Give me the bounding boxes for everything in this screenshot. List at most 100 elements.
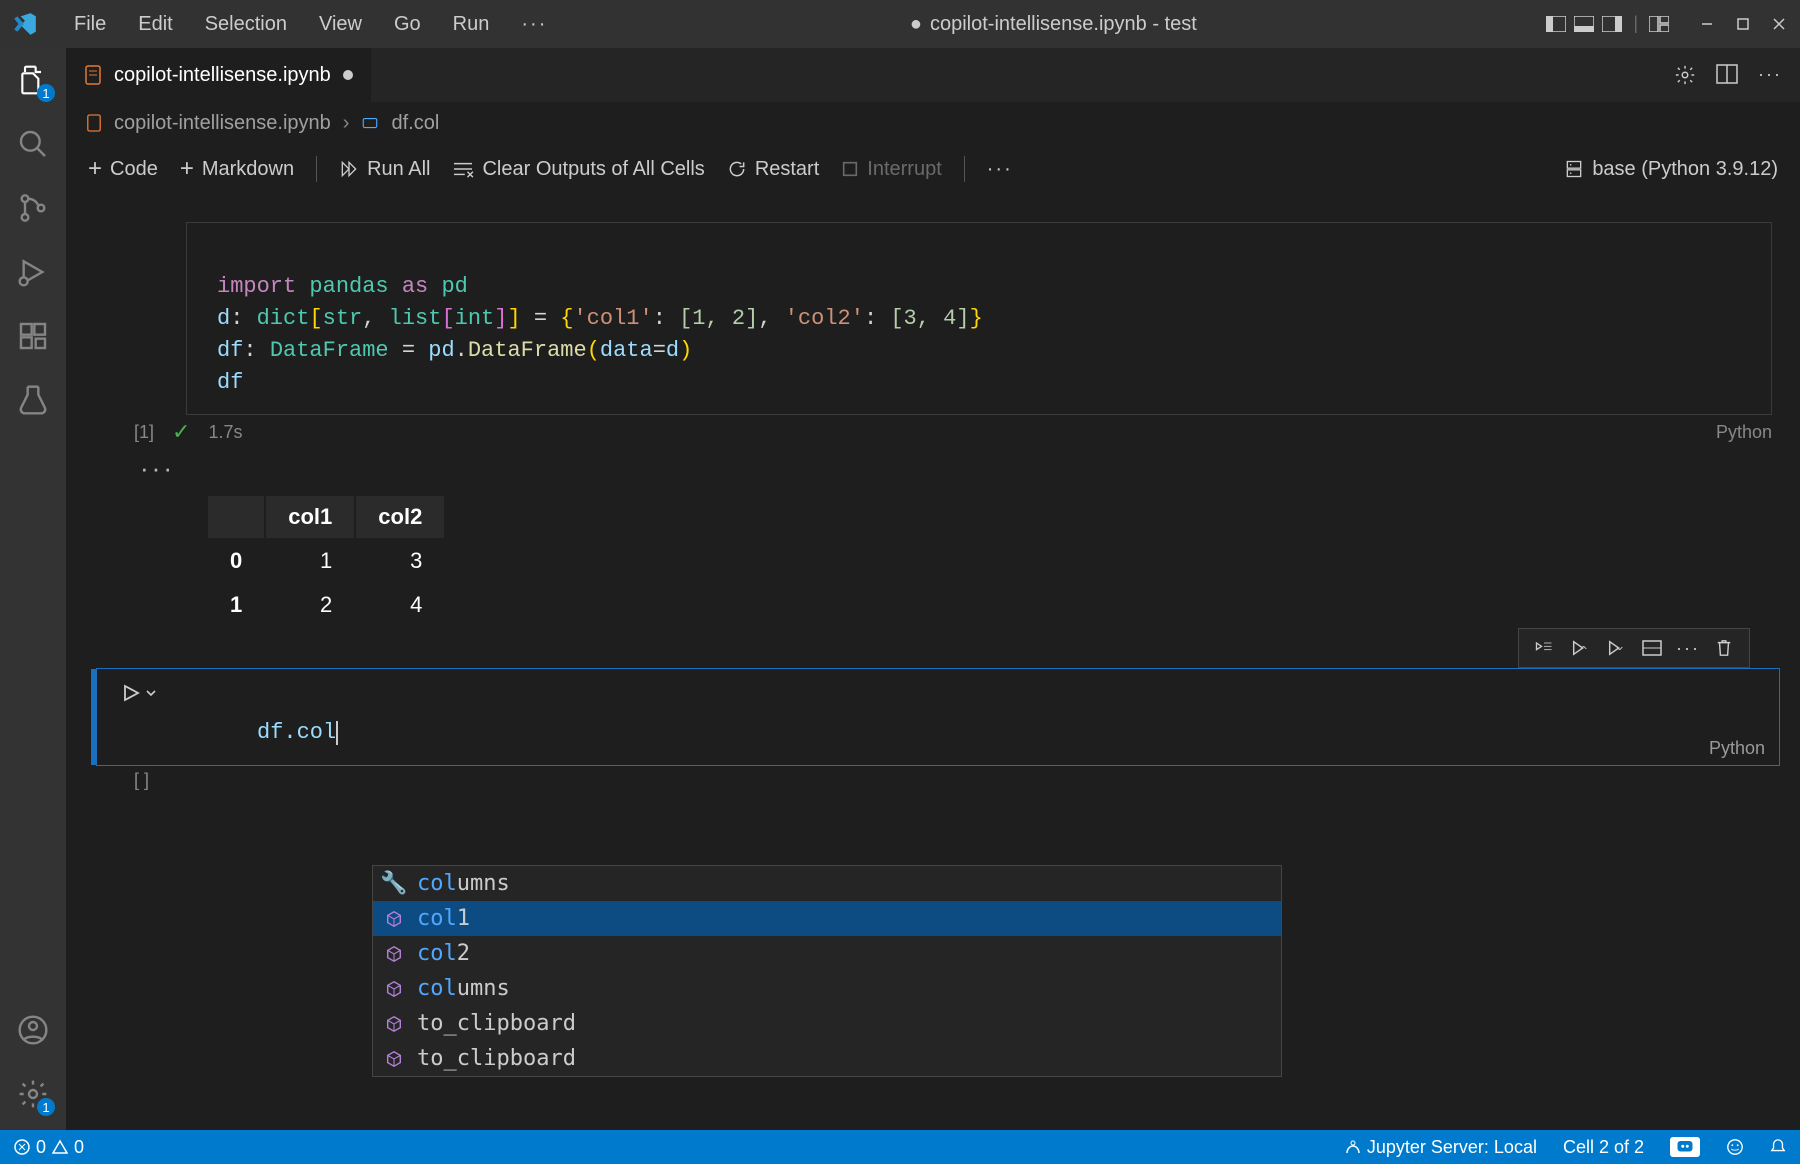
add-code-cell-button[interactable]: + Code	[88, 155, 158, 183]
restart-button[interactable]: Restart	[727, 158, 819, 181]
maximize-button[interactable]	[1732, 13, 1754, 35]
suggest-match: col	[417, 976, 457, 1001]
text-cursor	[336, 721, 338, 745]
minimize-button[interactable]	[1696, 13, 1718, 35]
stop-icon	[841, 160, 859, 178]
suggest-widget[interactable]: 🔧 columns col1 col2 columns to_clipboard…	[372, 865, 1282, 1077]
settings-icon[interactable]: 1	[15, 1076, 51, 1112]
execute-below-icon[interactable]	[1605, 637, 1627, 659]
notebook-file-icon	[84, 65, 102, 85]
code-text[interactable]: df.col	[257, 720, 336, 745]
cell-collapse-icon[interactable]: ···	[140, 453, 1780, 484]
row-index: 1	[208, 584, 264, 626]
code-token: [1, 2]	[679, 306, 758, 331]
tab-actions-gear-icon[interactable]	[1674, 64, 1696, 86]
menu-selection[interactable]: Selection	[191, 7, 301, 42]
testing-icon[interactable]	[15, 382, 51, 418]
cell-language[interactable]: Python	[1716, 422, 1772, 443]
kernel-selector[interactable]: base (Python 3.9.12)	[1564, 158, 1778, 181]
code-token: pd	[428, 338, 454, 363]
code-token: df	[217, 338, 243, 363]
suggest-item[interactable]: to_clipboard	[373, 1041, 1281, 1076]
panel-right-icon[interactable]	[1601, 13, 1623, 35]
run-all-icon	[339, 159, 359, 179]
interrupt-button[interactable]: Interrupt	[841, 158, 941, 181]
status-bell-icon[interactable]	[1770, 1138, 1786, 1156]
extensions-icon[interactable]	[15, 318, 51, 354]
breadcrumb-file[interactable]: copilot-intellisense.ipynb	[114, 112, 331, 135]
menu-file[interactable]: File	[60, 7, 120, 42]
cell-value: 4	[356, 584, 444, 626]
code-token: 'col2'	[785, 306, 864, 331]
panel-left-icon[interactable]	[1545, 13, 1567, 35]
split-editor-icon[interactable]	[1716, 64, 1738, 86]
accounts-icon[interactable]	[15, 1012, 51, 1048]
cube-icon	[383, 945, 405, 963]
status-jupyter[interactable]: Jupyter Server: Local	[1345, 1137, 1537, 1158]
chevron-down-icon[interactable]	[145, 687, 157, 699]
code-token: str	[323, 306, 363, 331]
split-cell-icon[interactable]	[1641, 637, 1663, 659]
cell-more-icon[interactable]: ···	[1677, 637, 1699, 659]
notebook-file-icon	[86, 114, 102, 132]
cell-toolbar: ···	[1518, 628, 1750, 668]
status-cell-position[interactable]: Cell 2 of 2	[1563, 1137, 1644, 1158]
breadcrumb-symbol[interactable]: df.col	[391, 112, 439, 135]
vscode-logo-icon	[10, 9, 40, 39]
cell-language[interactable]: Python	[1709, 738, 1765, 759]
breadcrumbs[interactable]: copilot-intellisense.ipynb › df.col	[66, 102, 1800, 144]
add-markdown-cell-button[interactable]: + Markdown	[180, 155, 294, 183]
run-debug-icon[interactable]	[15, 254, 51, 290]
menu-edit[interactable]: Edit	[124, 7, 186, 42]
suggest-item[interactable]: columns	[373, 971, 1281, 1006]
run-all-button[interactable]: Run All	[339, 158, 430, 181]
tab-notebook[interactable]: copilot-intellisense.ipynb	[66, 48, 372, 102]
execute-above-icon[interactable]	[1569, 637, 1591, 659]
code-token: [3, 4]	[890, 306, 969, 331]
notebook-toolbar: + Code + Markdown Run All Clear Outputs …	[66, 144, 1800, 194]
plus-icon: +	[88, 155, 102, 183]
close-button[interactable]	[1768, 13, 1790, 35]
run-cell-button[interactable]	[121, 683, 157, 703]
menu-view[interactable]: View	[305, 7, 376, 42]
plus-icon: +	[180, 155, 194, 183]
suggest-item[interactable]: col2	[373, 936, 1281, 971]
tab-more-icon[interactable]: ···	[1758, 64, 1782, 86]
code-token: DataFrame	[468, 338, 587, 363]
status-copilot-icon[interactable]	[1670, 1137, 1700, 1157]
error-icon	[14, 1139, 30, 1155]
cell-value: 3	[356, 540, 444, 582]
window-title: ● copilot-intellisense.ipynb - test	[561, 13, 1545, 36]
code-cell-2[interactable]: df.col Python	[96, 668, 1780, 766]
code-token: DataFrame	[270, 338, 389, 363]
success-check-icon: ✓	[172, 419, 190, 445]
explorer-icon[interactable]: 1	[15, 62, 51, 98]
panel-bottom-icon[interactable]	[1573, 13, 1595, 35]
run-by-line-icon[interactable]	[1533, 637, 1555, 659]
menu-run[interactable]: Run	[439, 7, 504, 42]
clear-outputs-button[interactable]: Clear Outputs of All Cells	[452, 158, 704, 181]
source-control-icon[interactable]	[15, 190, 51, 226]
suggest-item[interactable]: 🔧 columns	[373, 866, 1281, 901]
layout-icon[interactable]	[1648, 13, 1670, 35]
toolbar-more-icon[interactable]: ···	[987, 158, 1013, 181]
settings-badge: 1	[37, 1098, 55, 1116]
suggest-item[interactable]: to_clipboard	[373, 1006, 1281, 1041]
menu-more-icon[interactable]: ···	[507, 7, 561, 42]
search-icon[interactable]	[15, 126, 51, 162]
status-feedback-icon[interactable]	[1726, 1138, 1744, 1156]
code-token: df	[217, 370, 243, 395]
server-icon	[1564, 159, 1584, 179]
code-cell-1[interactable]: import pandas as pd d: dict[str, list[in…	[186, 222, 1772, 415]
cell-exec-count: [ ]	[134, 770, 149, 791]
suggest-rest: to_clipboard	[417, 1011, 576, 1036]
code-token: dict	[257, 306, 310, 331]
status-problems[interactable]: 0 0	[14, 1137, 84, 1158]
delete-cell-icon[interactable]	[1713, 637, 1735, 659]
suggest-rest: 1	[457, 906, 470, 931]
suggest-item-selected[interactable]: col1	[373, 901, 1281, 936]
status-bar: 0 0 Jupyter Server: Local Cell 2 of 2	[0, 1130, 1800, 1164]
code-token: d	[217, 306, 230, 331]
menu-go[interactable]: Go	[380, 7, 435, 42]
window-title-text: copilot-intellisense.ipynb - test	[930, 13, 1197, 36]
